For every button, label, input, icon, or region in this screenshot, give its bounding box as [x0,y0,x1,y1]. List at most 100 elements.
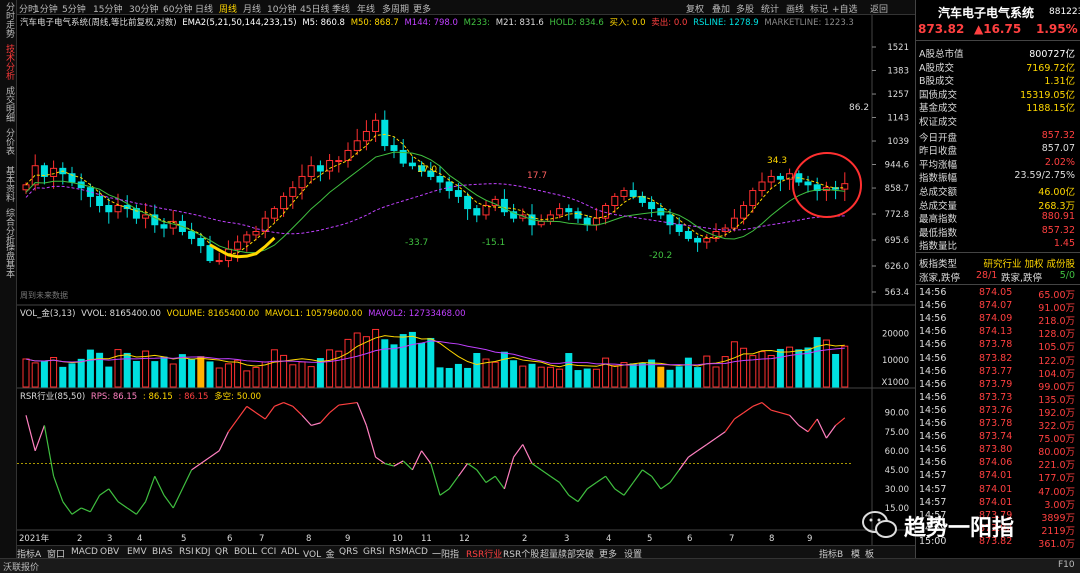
period-4[interactable]: 30分钟 [129,2,158,15]
toolbar-2[interactable]: 多股 [736,2,754,15]
quote-row-value: 857.32 [1041,224,1075,236]
tick-price: 873.76 [979,404,1013,416]
tick-row: 14:56 874.06 221.0万 [919,457,1077,471]
indicator-tab-6[interactable]: RSI [179,547,194,557]
tick-price: 873.73 [979,391,1013,403]
volume-bar [326,349,334,388]
indicator-tab-10[interactable]: CCI [261,547,276,557]
sidebar-tab-1[interactable]: 技术分析 [1,44,14,80]
toolbar-4[interactable]: 画线 [786,2,804,15]
quote-row-label: 最低指数 [919,227,958,239]
period-toolbar: 分时 1分钟 5分钟 15分钟 30分钟 60分钟 日线 周线 月线 10分钟 45日线 季线 年线 多周… [17,0,915,15]
vol-axis-label: X1000 [882,378,909,388]
tick-time: 14:56 [919,457,947,469]
sidebar-tab-2[interactable]: 成交明细 [1,86,14,122]
candle-body [50,167,58,177]
indicator-tab-14[interactable]: GRSI [363,547,385,557]
sidebar-tab-0[interactable]: 分时走势 [1,2,14,38]
f10-button[interactable]: F10 [1058,560,1075,570]
volume-bar [703,355,711,388]
period-1[interactable]: 1分钟 [34,2,58,15]
watermark: 趋势一阳指 [860,508,1076,542]
period-7[interactable]: 周线 [219,2,237,15]
indicator-tab-11[interactable]: ADL [281,547,299,557]
period-5[interactable]: 60分钟 [163,2,192,15]
quote-row: B股成交 1.31亿 [919,73,1077,88]
volume-bar [694,367,702,388]
rsr-val3: : 86.15 [178,392,209,402]
toolbar-5[interactable]: 标记 [810,2,828,15]
volume-bar [22,358,30,388]
volume-bar [684,357,692,388]
tick-time: 14:56 [919,404,947,416]
period-8[interactable]: 月线 [243,2,261,15]
chart-area[interactable]: 15211383125711431039944.6858.7772.8695.6… [17,15,915,546]
period-13[interactable]: 多周期 [382,2,409,15]
period-14[interactable]: 更多 [413,2,431,15]
time-axis-label: 8 [306,534,311,544]
toolbar-3[interactable]: 统计 [761,2,779,15]
volume-bar [565,353,573,388]
volume-bar [197,356,205,388]
quote-row-label: 指数振幅 [919,173,958,185]
index-code: 881223 [1049,7,1080,17]
volume-bar [298,361,306,388]
period-9[interactable]: 10分钟 [267,2,296,15]
indicator-tab-8[interactable]: QR [215,547,228,557]
chart-annotation: 17.7 [527,171,547,181]
rsr-axis-label: 30.00 [885,485,909,495]
candle-body [252,230,260,236]
indicator-tab-3[interactable]: OBV [100,547,119,557]
quote-row: 总成交额 46.00亿 [919,184,1077,198]
indicator-tab-4[interactable]: EMV [127,547,147,557]
volume-bar [583,368,591,388]
volume-bar [445,367,453,388]
candle-body [40,165,48,177]
indicator-tab-5[interactable]: BIAS [152,547,173,557]
toolbar-7[interactable]: 返回 [870,2,888,15]
toolbar-6[interactable]: +自选 [832,2,858,15]
period-6[interactable]: 日线 [195,2,213,15]
period-3[interactable]: 15分钟 [93,2,122,15]
toolbar-1[interactable]: 叠加 [712,2,730,15]
volume-bar [657,366,665,388]
indicator-tab-2[interactable]: MACD [71,547,98,557]
status-left: 沃联报价 [3,563,40,573]
board-type-value[interactable]: 研究行业 加权 成份股 [983,256,1075,270]
tick-row: 14:56 873.79 99.00万 [919,379,1077,393]
rsr-axis-label: 60.00 [885,447,909,457]
price-label: 1039 [887,137,909,147]
left-sidebar: 分时走势技术分析成交明细分价表基本资料综合分析 操盘基本 [0,0,17,558]
sidebar-tab-4[interactable]: 基本资料 [1,166,14,202]
time-axis-label: 5 [647,534,652,544]
volume-bar [132,360,140,388]
indicator-tab-13[interactable]: QRS [339,547,358,557]
time-axis-label: 2 [522,534,527,544]
tick-row: 14:56 874.05 65.00万 [919,287,1077,301]
indicator-tab-7[interactable]: KDJ [195,547,211,557]
sidebar-tab-5[interactable]: 综合分析 [1,208,14,244]
period-2[interactable]: 5分钟 [62,2,86,15]
volume-bar [234,359,242,388]
current-price: 873.82 [918,22,965,36]
tick-price: 873.82 [979,352,1013,364]
candle-body [684,230,692,239]
period-11[interactable]: 季线 [332,2,350,15]
tick-volume: 99.00万 [1038,381,1075,393]
period-12[interactable]: 年线 [357,2,375,15]
price-label: 772.8 [885,210,909,220]
volume-bar [620,362,628,388]
quote-row-label: B股成交 [919,76,955,88]
quote-row: A股成交 7169.72亿 [919,60,1077,74]
indicator-tab-15[interactable]: RSMACD [389,547,428,557]
sidebar-tab-6[interactable]: 操盘基本 [1,242,14,278]
toolbar-0[interactable]: 复权 [686,2,704,15]
volume-bar [408,331,416,388]
legend-buy: 买入: 0.0 [609,18,646,28]
period-10[interactable]: 45日线 [300,2,329,15]
tick-price: 873.80 [979,444,1013,456]
quote-row-label: 国债成交 [919,89,958,101]
volume-bar [224,363,232,388]
indicator-tab-9[interactable]: BOLL [234,547,257,557]
sidebar-tab-3[interactable]: 分价表 [1,128,14,155]
